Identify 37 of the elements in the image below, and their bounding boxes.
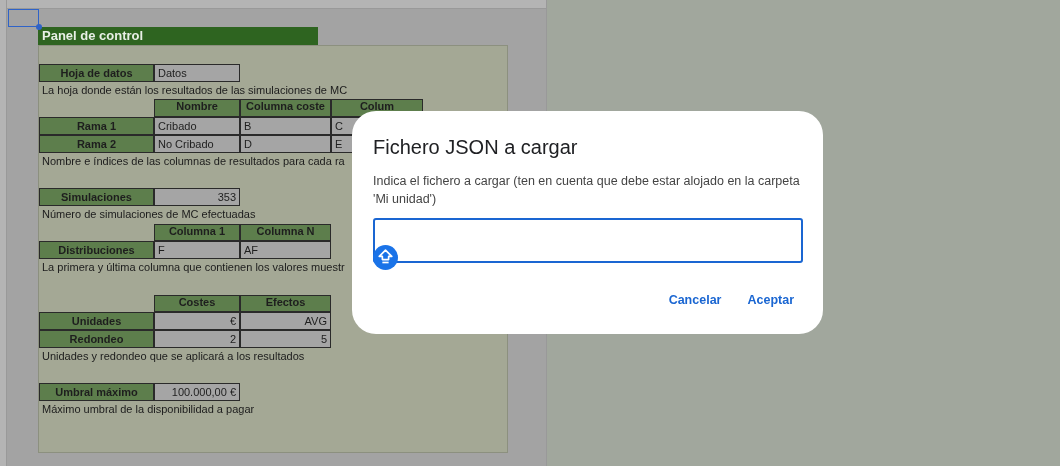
row-label: Umbral máximo <box>39 383 154 401</box>
row-label: Redondeo <box>39 330 154 348</box>
table-cell: 5 <box>240 330 331 348</box>
table-cell: 100.000,00 € <box>154 383 240 401</box>
input-field[interactable] <box>373 218 803 263</box>
row-label: Simulaciones <box>39 188 154 206</box>
cell-selection <box>8 9 39 27</box>
dialog-description: Indica el fichero a cargar (ten en cuenta que debe estar alojado en la carpeta 'Mi unidad') <box>373 173 801 208</box>
column-header: Costes <box>154 294 240 313</box>
table-cell: 2 <box>154 330 240 348</box>
column-header: Columna coste <box>240 99 331 117</box>
table-cell: AVG <box>240 312 331 330</box>
table-cell: Cribado <box>154 117 240 135</box>
row-label: Unidades <box>39 312 154 330</box>
panel-title: Panel de control <box>38 27 318 45</box>
table-cell: B <box>240 117 331 135</box>
table-cell: € <box>154 312 240 330</box>
table-cell: Datos <box>154 63 240 82</box>
accept-button[interactable]: Aceptar <box>738 287 803 313</box>
note-text: Número de simulaciones de MC efectuadas <box>42 207 256 220</box>
column-header: Columna 1 <box>154 223 240 242</box>
note-text: La hoja donde están los resultados de las simulaciones de MC <box>42 83 348 96</box>
row-label: Rama 1 <box>39 117 154 135</box>
upload-icon[interactable] <box>373 245 398 270</box>
table-cell: F <box>154 241 240 259</box>
note-text: Máximo umbral de la disponibilidad a pagar <box>42 403 255 415</box>
note-text: Unidades y redondeo que se aplicará a los resultados <box>42 349 305 362</box>
table-cell: AF <box>240 241 331 259</box>
column-header: Efectos <box>240 294 331 313</box>
row-label: Distribuciones <box>39 241 154 259</box>
cancel-button[interactable]: Cancelar <box>659 287 731 313</box>
note-text: La primera y última columna que contienen los valores muestr <box>42 261 345 273</box>
row-label: Hoja de datos <box>39 63 154 82</box>
note-text: Nombre e índices de las columnas de resultados para cada ra <box>42 154 345 167</box>
column-header: Nombre <box>154 99 240 117</box>
table-cell: 353 <box>154 188 240 206</box>
column-header: Columna N <box>240 223 331 242</box>
